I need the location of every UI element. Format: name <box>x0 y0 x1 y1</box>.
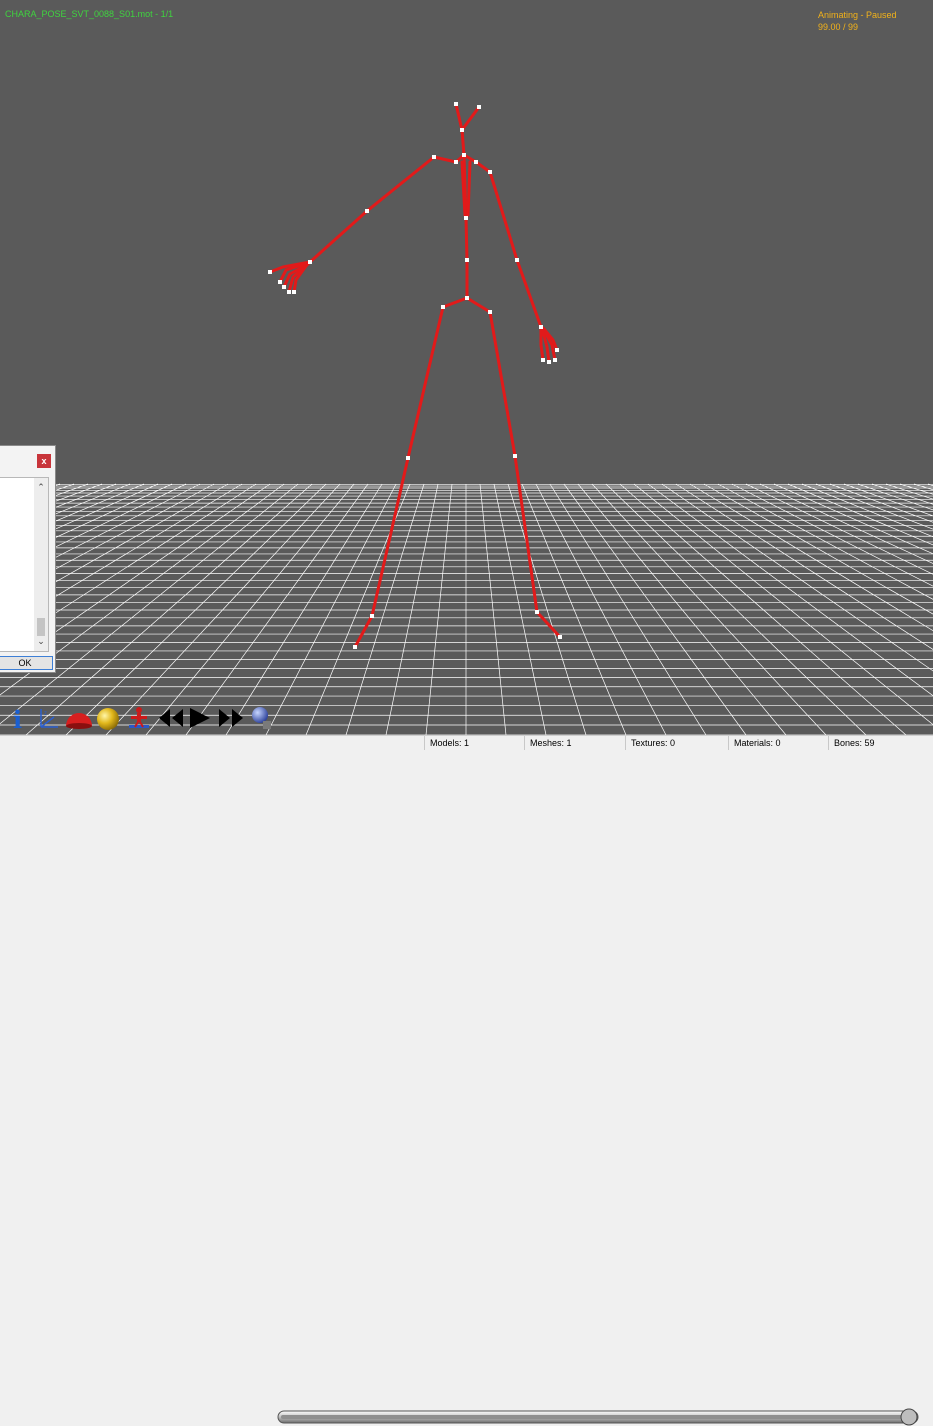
materials-count: Materials: 0 <box>728 736 828 750</box>
timeline-slider[interactable] <box>277 1408 925 1426</box>
sphere-icon[interactable] <box>96 705 120 731</box>
frame-counter: 99.00 / 99 <box>818 22 859 32</box>
side-dialog: x ⌃ ⌄ OK <box>0 445 56 673</box>
settings-icon[interactable] <box>249 705 275 731</box>
scroll-thumb[interactable] <box>37 618 45 636</box>
file-label: CHARA_POSE_SVT_0088_S01.mot - 1/1 <box>5 9 174 19</box>
animation-status: Animating - Paused 99.00 / 99 <box>818 9 897 33</box>
scroll-up-icon[interactable]: ⌃ <box>34 482 48 493</box>
animation-state-label: Animating - Paused <box>818 10 897 20</box>
meshes-count: Meshes: 1 <box>524 736 625 750</box>
hemisphere-icon[interactable] <box>64 705 94 731</box>
3d-viewport[interactable]: CHARA_POSE_SVT_0088_S01.mot - 1/1 Animat… <box>0 0 933 735</box>
status-bar: Models: 1 Meshes: 1 Textures: 0 Material… <box>0 735 933 750</box>
dialog-ok-button[interactable]: OK <box>0 656 53 670</box>
fast-forward-icon[interactable] <box>216 705 246 731</box>
scene-canvas <box>0 102 933 735</box>
skeleton <box>268 102 562 649</box>
textures-count: Textures: 0 <box>625 736 728 750</box>
bones-count: Bones: 59 <box>828 736 933 750</box>
timeline-thumb[interactable] <box>900 1408 918 1426</box>
axes-icon[interactable]: z <box>36 705 60 731</box>
dialog-list[interactable]: ⌃ ⌄ <box>0 477 49 652</box>
scroll-down-icon[interactable]: ⌄ <box>34 636 48 647</box>
models-count: Models: 1 <box>424 736 524 750</box>
info-icon[interactable]: i <box>7 705 31 734</box>
play-icon[interactable] <box>187 705 213 731</box>
dialog-close-button[interactable]: x <box>37 454 51 468</box>
skeleton-icon[interactable] <box>124 705 154 731</box>
rewind-icon[interactable] <box>156 705 186 731</box>
svg-text:z: z <box>44 711 47 717</box>
playback-toolbar: i z <box>0 700 933 1426</box>
svg-text:i: i <box>13 705 22 731</box>
floor-grid <box>0 483 933 735</box>
dialog-scrollbar[interactable]: ⌃ ⌄ <box>34 478 48 651</box>
